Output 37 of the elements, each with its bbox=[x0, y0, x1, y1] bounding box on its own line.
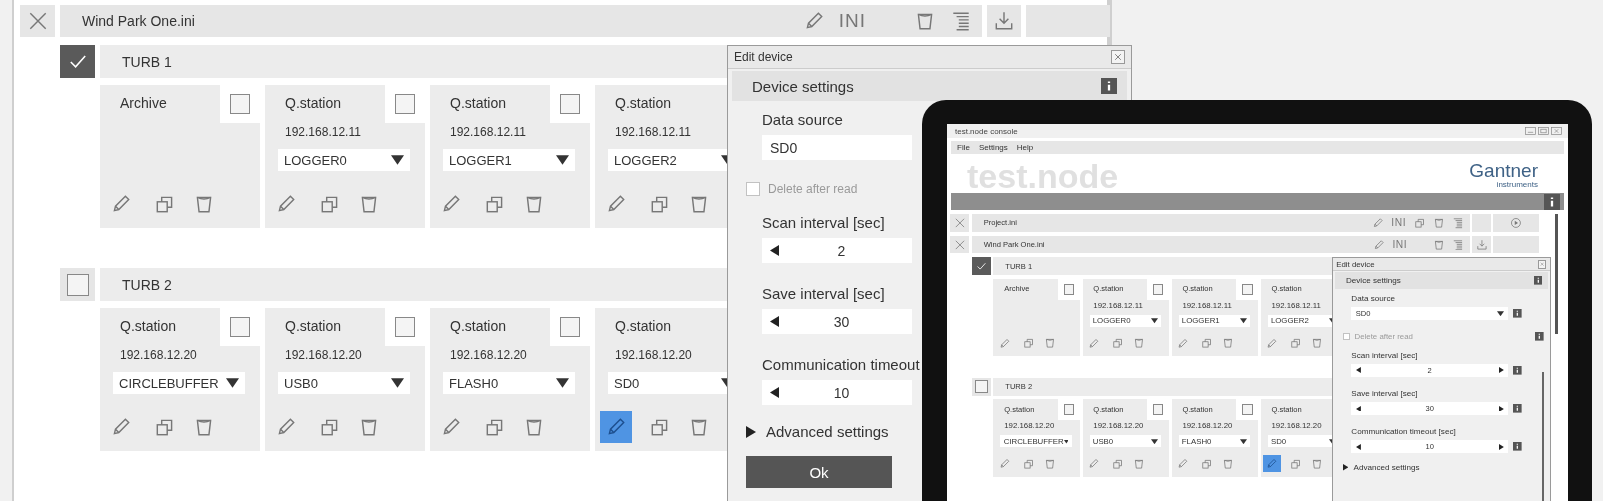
device-name: Q.station bbox=[119, 317, 177, 336]
dialog-title: Edit device bbox=[1336, 259, 1375, 269]
brand-name: Gantner bbox=[1469, 161, 1538, 180]
group-name: TURB 2 bbox=[122, 276, 172, 293]
group-name: TURB 1 bbox=[122, 53, 172, 70]
device-name: Q.station bbox=[614, 317, 672, 336]
ip-address: 192.168.12.11 bbox=[1092, 300, 1144, 310]
ip-address: 192.168.12.20 bbox=[119, 348, 198, 362]
brand-tagline: instruments bbox=[1496, 180, 1538, 189]
ip-address: 192.168.12.20 bbox=[1270, 421, 1323, 431]
field-label: Save interval [sec] bbox=[762, 285, 885, 302]
ip-address: 192.168.12.20 bbox=[1003, 421, 1056, 431]
field-label: Communication timeout bbox=[762, 356, 920, 373]
field-label: Data source bbox=[762, 111, 843, 128]
ip-address: 192.168.12.11 bbox=[449, 125, 527, 139]
device-name: Q.station bbox=[284, 317, 342, 336]
ip-address: 192.168.12.20 bbox=[1181, 421, 1234, 431]
window-title: test.node console bbox=[955, 126, 1018, 136]
ip-address: 192.168.12.11 bbox=[1181, 300, 1233, 310]
ip-address: 192.168.12.11 bbox=[1270, 300, 1322, 310]
ip-address: 192.168.12.20 bbox=[284, 348, 363, 362]
device-name: Q.station bbox=[614, 94, 672, 113]
file-name: Wind Park One.ini bbox=[82, 13, 195, 29]
field-label: Scan interval [sec] bbox=[762, 214, 885, 231]
checkbox-label: Delete after read bbox=[768, 182, 859, 196]
ip-address: 192.168.12.11 bbox=[614, 125, 692, 139]
ip-address: 192.168.12.11 bbox=[284, 125, 362, 139]
device-name: Q.station bbox=[449, 317, 507, 336]
ip-address: 192.168.12.20 bbox=[1092, 421, 1145, 431]
ip-address: 192.168.12.20 bbox=[614, 348, 693, 362]
device-name: Archive bbox=[119, 94, 167, 113]
ip-address: 192.168.12.20 bbox=[449, 348, 528, 362]
checkbox-label: Delete after read bbox=[1354, 332, 1414, 342]
dialog-title: Edit device bbox=[734, 50, 793, 64]
device-name: Q.station bbox=[449, 94, 507, 113]
device-name: Q.station bbox=[284, 94, 342, 113]
section-title: Device settings bbox=[752, 77, 854, 95]
